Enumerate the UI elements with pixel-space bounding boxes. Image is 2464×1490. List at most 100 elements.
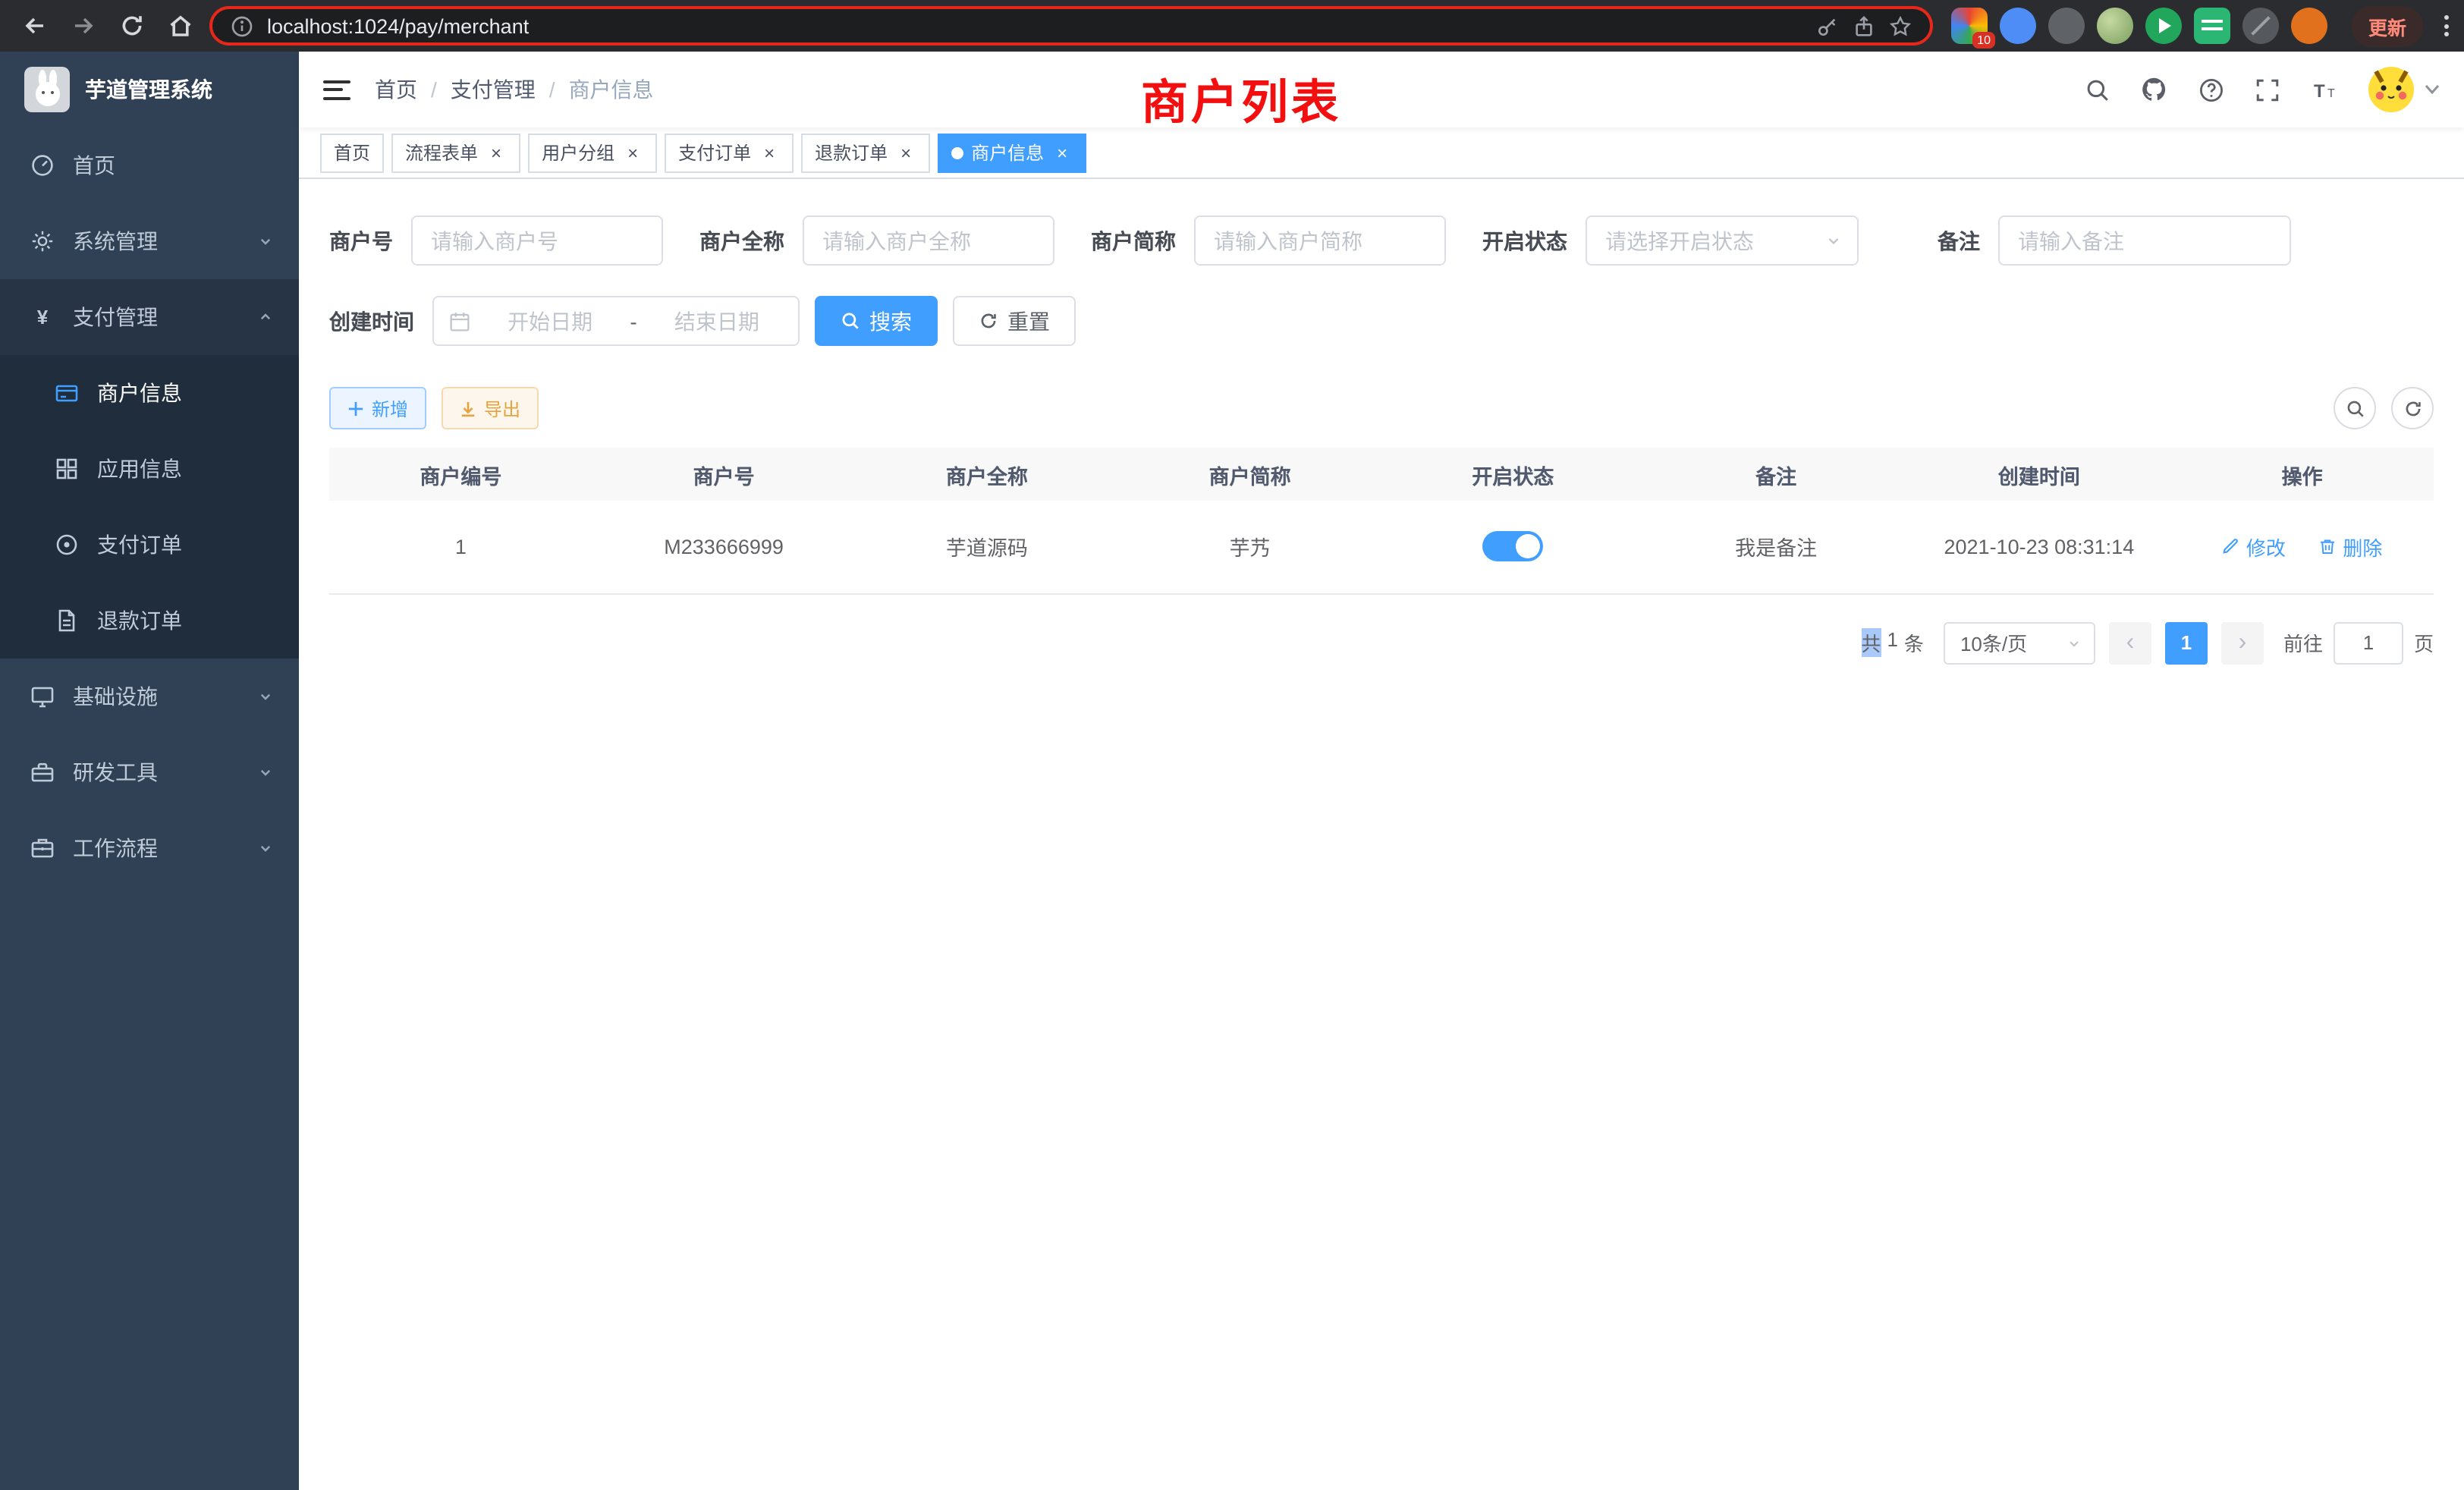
browser-back-icon[interactable]: [15, 6, 55, 46]
chevron-down-icon: [256, 232, 275, 250]
cell-full-name: 芋道源码: [856, 501, 1119, 593]
sidebar-item-merchant-info[interactable]: 商户信息: [0, 355, 299, 431]
key-icon[interactable]: [1816, 14, 1839, 37]
next-page-button[interactable]: [2221, 621, 2264, 664]
tab-close-icon[interactable]: [759, 142, 780, 163]
extension-icon-adblock[interactable]: 10: [1951, 8, 1988, 44]
tab-close-icon[interactable]: [486, 142, 507, 163]
status-toggle[interactable]: [1482, 532, 1543, 562]
header-search-icon[interactable]: [2085, 77, 2110, 102]
field-remark: 备注: [1938, 215, 2291, 266]
tab-merchant-info[interactable]: 商户信息: [938, 133, 1086, 172]
help-icon[interactable]: [2198, 77, 2224, 102]
field-full-name: 商户全称: [699, 215, 1054, 266]
search-button[interactable]: 搜索: [815, 296, 938, 346]
table-toolbar: 新增 导出: [329, 387, 2434, 429]
user-menu[interactable]: [2368, 67, 2440, 112]
svg-text:T: T: [2314, 80, 2325, 101]
target-icon: [55, 533, 79, 557]
address-bar[interactable]: localhost:1024/pay/merchant: [209, 6, 1933, 46]
remark-input[interactable]: [1998, 215, 2291, 266]
tab-close-icon[interactable]: [622, 142, 643, 163]
edit-link[interactable]: 修改: [2222, 533, 2286, 561]
sidebar-item-workflow[interactable]: 工作流程: [0, 810, 299, 886]
cell-status: [1381, 501, 1645, 593]
toggle-search-button[interactable]: [2334, 387, 2376, 429]
field-short-name: 商户简称: [1091, 215, 1446, 266]
reset-button[interactable]: 重置: [953, 296, 1076, 346]
breadcrumb-section[interactable]: 支付管理: [451, 74, 536, 105]
sidebar-item-infrastructure[interactable]: 基础设施: [0, 659, 299, 734]
page-number-1[interactable]: 1: [2165, 621, 2208, 664]
browser-menu-icon[interactable]: [2444, 15, 2449, 36]
refresh-table-button[interactable]: [2391, 387, 2434, 429]
share-icon[interactable]: [1853, 14, 1875, 37]
fullscreen-icon[interactable]: [2255, 77, 2280, 102]
sidebar-item-payment[interactable]: ¥ 支付管理: [0, 279, 299, 355]
extensions-area: 10: [1951, 8, 2327, 44]
goto-page-input[interactable]: [2334, 621, 2403, 664]
site-info-icon[interactable]: [231, 14, 253, 37]
briefcase-icon: [30, 836, 55, 860]
app-logo: 芋道管理系统: [0, 52, 299, 127]
tab-close-icon[interactable]: [1051, 142, 1073, 163]
short-name-input[interactable]: [1194, 215, 1446, 266]
svg-text:T: T: [2327, 86, 2335, 99]
cell-merchant-id: 1: [329, 501, 592, 593]
tab-refund-order[interactable]: 退款订单: [801, 133, 930, 172]
extension-icon-pinwheel[interactable]: [2242, 8, 2279, 44]
tab-user-group[interactable]: 用户分组: [528, 133, 657, 172]
page-header: 首页 支付管理 商户信息 商户列表: [299, 52, 2464, 127]
plus-icon: [347, 400, 364, 417]
field-create-time: 创建时间 开始日期 - 结束日期: [329, 296, 800, 346]
yen-icon: ¥: [30, 305, 55, 329]
extension-icon-orange-avatar[interactable]: [2291, 8, 2327, 44]
merchant-no-input[interactable]: [411, 215, 663, 266]
extension-icon-green-circle[interactable]: [2145, 8, 2182, 44]
sidebar-item-system[interactable]: 系统管理: [0, 203, 299, 279]
status-select[interactable]: 请选择开启状态: [1586, 215, 1859, 266]
delete-link[interactable]: 删除: [2318, 533, 2382, 561]
search-form-row-1: 商户号 商户全称 商户简称 开启状态 请选择开启状态: [329, 215, 2434, 266]
app-title: 芋道管理系统: [85, 74, 212, 105]
svg-text:¥: ¥: [37, 306, 49, 328]
sidebar-toggle-icon[interactable]: [323, 80, 350, 99]
tab-pay-order[interactable]: 支付订单: [665, 133, 794, 172]
bookmark-star-icon[interactable]: [1889, 14, 1912, 37]
download-icon: [460, 400, 476, 417]
sidebar-item-devtools[interactable]: 研发工具: [0, 734, 299, 810]
tab-home[interactable]: 首页: [320, 133, 384, 172]
trash-icon: [2318, 538, 2337, 556]
extension-icon-blue[interactable]: [2000, 8, 2036, 44]
app-logo-image: [24, 67, 70, 112]
page-size-select[interactable]: 10条/页: [1944, 621, 2095, 664]
sidebar-item-home[interactable]: 首页: [0, 127, 299, 203]
browser-refresh-icon[interactable]: [112, 6, 152, 46]
caret-down-icon: [2425, 83, 2440, 96]
browser-forward-icon[interactable]: [64, 6, 103, 46]
extension-icon-dark[interactable]: [2048, 8, 2085, 44]
tab-process-form[interactable]: 流程表单: [391, 133, 520, 172]
sidebar-item-app-info[interactable]: 应用信息: [0, 431, 299, 507]
browser-update-button[interactable]: 更新: [2352, 5, 2423, 46]
create-time-range-picker[interactable]: 开始日期 - 结束日期: [432, 296, 800, 346]
prev-page-button[interactable]: [2109, 621, 2151, 664]
tab-close-icon[interactable]: [895, 142, 916, 163]
sidebar-item-refund-order[interactable]: 退款订单: [0, 583, 299, 659]
sidebar-item-pay-order[interactable]: 支付订单: [0, 507, 299, 583]
github-icon[interactable]: [2141, 76, 2168, 103]
export-button[interactable]: 导出: [442, 387, 539, 429]
breadcrumb-home[interactable]: 首页: [375, 74, 417, 105]
extension-icon-avatar[interactable]: [2097, 8, 2133, 44]
cell-remark: 我是备注: [1645, 501, 1908, 593]
grid-icon: [55, 457, 79, 481]
font-size-icon[interactable]: TT: [2311, 77, 2338, 102]
extension-icon-green-square[interactable]: [2194, 8, 2230, 44]
chevron-down-icon: [1825, 232, 1842, 249]
breadcrumb-current: 商户信息: [569, 74, 654, 105]
table-header-row: 商户编号 商户号 商户全称 商户简称 开启状态 备注 创建时间 操作: [329, 448, 2434, 501]
gear-icon: [30, 229, 55, 253]
add-button[interactable]: 新增: [329, 387, 426, 429]
browser-home-icon[interactable]: [161, 6, 200, 46]
full-name-input[interactable]: [803, 215, 1054, 266]
